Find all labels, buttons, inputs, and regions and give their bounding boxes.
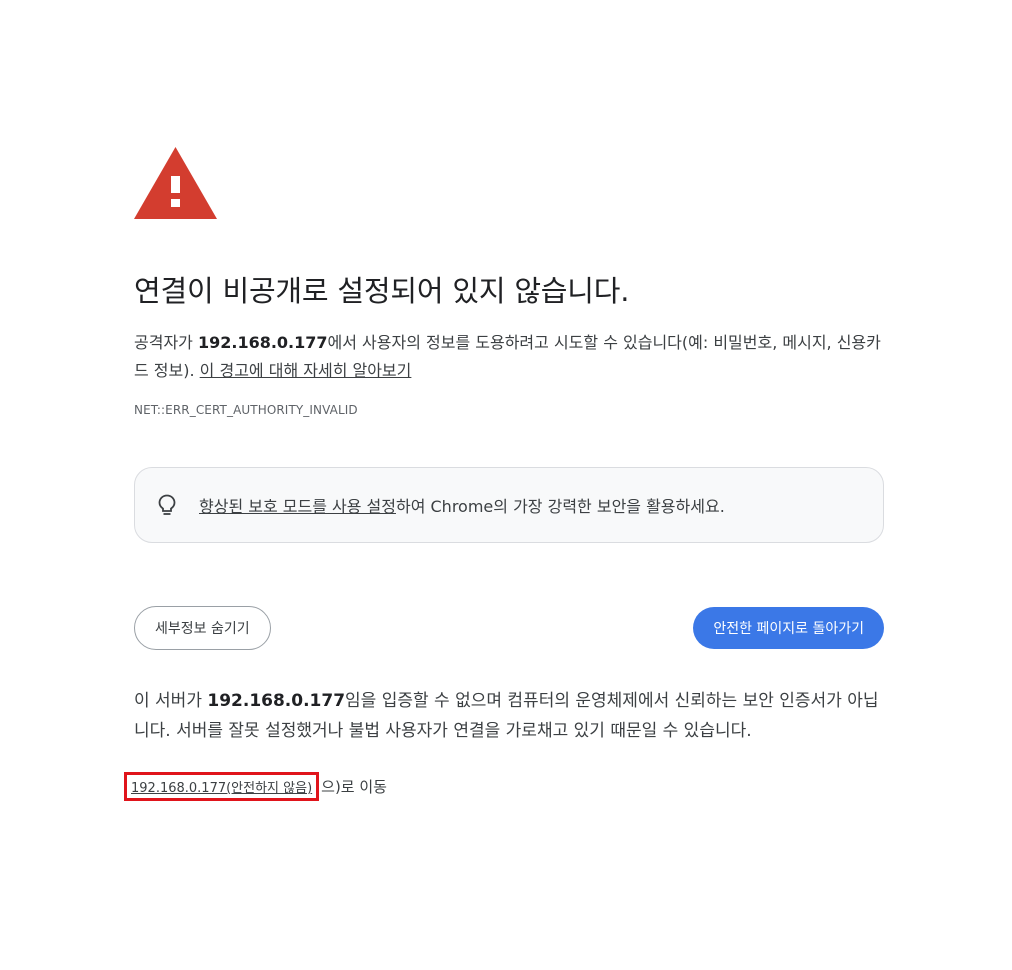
details-prefix: 이 서버가 [134,691,208,711]
desc-prefix: 공격자가 [134,333,198,352]
hide-details-button[interactable]: 세부정보 숨기기 [134,606,271,650]
promo-text-suffix: 하여 Chrome의 가장 강력한 보안을 활용하세요. [395,497,725,516]
lightbulb-icon [158,494,176,515]
back-to-safety-button[interactable]: 안전한 페이지로 돌아가기 [693,607,884,649]
details-text: 이 서버가 192.168.0.177임을 입증할 수 없으며 컴퓨터의 운영체… [134,686,884,746]
warning-triangle-icon [134,147,217,219]
warning-description: 공격자가 192.168.0.177에서 사용자의 정보를 도용하려고 시도할 … [134,329,884,385]
proceed-unsafe-link[interactable]: 192.168.0.177(안전하지 않음) [131,781,312,796]
desc-host: 192.168.0.177 [197,333,328,352]
proceed-link-highlight: 192.168.0.177(안전하지 않음) [124,772,320,801]
page-title: 연결이 비공개로 설정되어 있지 않습니다. [134,274,630,308]
interstitial-container: 연결이 비공개로 설정되어 있지 않습니다. 공격자가 192.168.0.17… [124,147,884,801]
enhanced-protection-promo: 향상된 보호 모드를 사용 설정하여 Chrome의 가장 강력한 보안을 활용… [134,467,884,543]
enhanced-protection-link[interactable]: 향상된 보호 모드를 사용 설정 [199,497,396,516]
learn-more-link[interactable]: 이 경고에 대해 자세히 알아보기 [200,361,412,380]
button-row: 세부정보 숨기기 안전한 페이지로 돌아가기 [134,606,884,650]
promo-text: 향상된 보호 모드를 사용 설정하여 Chrome의 가장 강력한 보안을 활용… [199,493,725,517]
proceed-line: 192.168.0.177(안전하지 않음) 으)로 이동 [124,772,884,801]
error-code: NET::ERR_CERT_AUTHORITY_INVALID [134,403,358,417]
proceed-suffix: 으)로 이동 [321,778,387,796]
details-host: 192.168.0.177 [207,691,346,711]
